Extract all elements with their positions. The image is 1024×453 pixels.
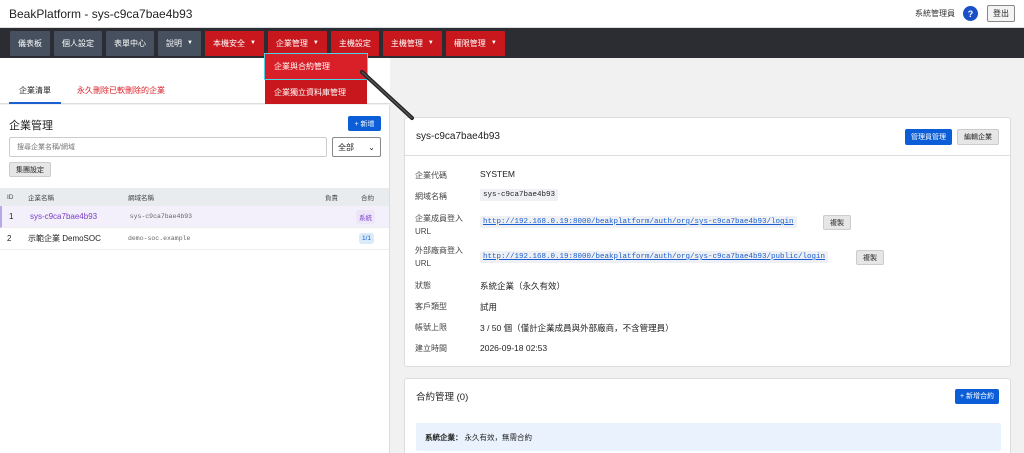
member-url-label: 企業成員登入 URL — [415, 214, 463, 236]
nav-permission-management[interactable]: 權限管理 ▼ — [445, 30, 505, 56]
nav-label: 權限管理 — [453, 38, 486, 48]
detail-title: sys-c9ca7bae4b93 — [416, 131, 500, 142]
quota-value: 3 / 50 個（僅計企業成員與外部廠商，不含管理員） — [480, 323, 674, 333]
quota-label: 帳號上限 — [415, 323, 447, 332]
menu-item-enterprise-database[interactable]: 企業獨立資料庫管理 — [265, 79, 367, 104]
nav-label: 儀表板 — [18, 38, 42, 48]
contract-badge: 1/1 — [358, 233, 374, 244]
group-settings-button[interactable]: 集團設定 — [9, 162, 51, 177]
enterprise-table: ID 企業名稱 網域名稱 負責 合約 1 sys-c9ca7bae4b93 sy… — [0, 188, 389, 250]
caret-down-icon: ▼ — [427, 40, 434, 46]
col-contract: 合約 — [361, 195, 374, 202]
logout-button[interactable]: 登出 — [987, 5, 1015, 22]
info-text: 永久有效，無需合約 — [464, 432, 533, 442]
nav-label: 說明 — [166, 38, 182, 48]
row-id: 1 — [9, 212, 14, 221]
type-label: 客戶類型 — [415, 302, 447, 311]
vendor-url-link[interactable]: http://192.168.0.19:8000/beakplatform/au… — [480, 251, 829, 263]
copy-member-url-button[interactable]: 複製 — [823, 215, 851, 230]
contract-info-alert: 系統企業： 永久有效，無需合約 — [416, 423, 1001, 451]
table-row[interactable]: 2 示範企業 DemoSOC demo-soc.example 1/1 — [0, 228, 389, 250]
nav-form-center[interactable]: 表單中心 — [106, 30, 154, 56]
nav-label: 本機安全 — [212, 38, 245, 48]
copy-vendor-url-button[interactable]: 複製 — [856, 250, 884, 265]
caret-down-icon: ▼ — [490, 40, 497, 46]
help-icon[interactable]: ? — [963, 6, 978, 21]
tab-permanent-delete[interactable]: 永久刪除已軟刪除的企業 — [77, 85, 165, 96]
caret-down-icon: ▼ — [249, 40, 256, 46]
domain-label: 網域名稱 — [415, 192, 447, 201]
nav-label: 主機設定 — [338, 38, 371, 48]
col-id: ID — [7, 193, 14, 201]
col-owner: 負責 — [325, 195, 338, 202]
nav-label: 個人設定 — [62, 38, 94, 48]
mouse-pointer-icon — [360, 70, 414, 120]
code-label: 企業代碼 — [415, 171, 447, 180]
search-input[interactable] — [9, 137, 327, 157]
row-id: 2 — [7, 234, 12, 243]
chevron-down-icon: ⌄ — [368, 142, 375, 152]
created-value: 2026-09-18 02:53 — [480, 343, 548, 353]
nav-host-management[interactable]: 主機管理 ▼ — [382, 30, 442, 56]
status-value: 系統企業（永久有效） — [480, 281, 566, 291]
type-value: 試用 — [480, 302, 498, 312]
main-nav: 儀表板 個人設定 表單中心 說明 ▼ 本機安全 ▼ 企業管理 ▼ 主機設定 主機管理 ▼… — [0, 28, 1024, 58]
info-bold: 系統企業： — [425, 432, 463, 442]
status-label: 狀態 — [415, 281, 431, 290]
menu-item-enterprise-contracts[interactable]: 企業與合約管理 — [264, 53, 368, 80]
filter-select[interactable]: 全部 ⌄ — [332, 137, 381, 157]
enterprise-detail-card: sys-c9ca7bae4b93 管理員管理 編輯企業 企業代碼 SYSTEM … — [404, 117, 1011, 367]
edit-enterprise-button[interactable]: 編輯企業 — [957, 128, 999, 145]
title-bar: BeakPlatform - sys-c9ca7bae4b93 系統管理員 ? … — [0, 0, 1024, 28]
row-name: 示範企業 DemoSOC — [28, 234, 101, 243]
panel-title: 企業管理 — [9, 120, 53, 132]
table-row[interactable]: 1 sys-c9ca7bae4b93 sys-c9ca7bae4b93 系統 — [0, 206, 389, 228]
nav-dashboard[interactable]: 儀表板 — [10, 30, 50, 56]
add-contract-button[interactable]: + 新增合約 — [954, 388, 999, 404]
code-value: SYSTEM — [480, 169, 515, 179]
nav-local-security[interactable]: 本機安全 ▼ — [204, 30, 264, 56]
contract-badge: 系統 — [356, 209, 375, 224]
row-domain: sys-c9ca7bae4b93 — [129, 213, 193, 220]
member-url-link[interactable]: http://192.168.0.19:8000/beakplatform/au… — [480, 216, 797, 228]
nav-enterprise-management[interactable]: 企業管理 ▼ — [267, 30, 327, 56]
admin-management-button[interactable]: 管理員管理 — [905, 128, 952, 145]
nav-personal-settings[interactable]: 個人設定 — [54, 30, 102, 56]
nav-host-settings[interactable]: 主機設定 — [330, 30, 379, 56]
tab-enterprise-list[interactable]: 企業清單 — [9, 85, 61, 104]
nav-label: 企業管理 — [275, 38, 308, 48]
detail-header: sys-c9ca7bae4b93 管理員管理 編輯企業 — [405, 118, 1010, 156]
col-name: 企業名稱 — [28, 195, 54, 202]
table-header: ID 企業名稱 網域名稱 負責 合約 — [0, 188, 389, 206]
contract-management-card: 合約管理 (0) + 新增合約 系統企業： 永久有效，無需合約 — [404, 378, 1011, 453]
created-label: 建立時間 — [415, 344, 447, 353]
enterprise-dropdown-menu: 企業與合約管理 企業獨立資料庫管理 — [264, 53, 368, 104]
row-contract: 1/1 — [338, 233, 388, 244]
contract-header: 合約管理 (0) + 新增合約 — [405, 379, 1010, 413]
enterprise-list-panel: 企業管理 + 新增 全部 ⌄ 集團設定 ID 企業名稱 網域名稱 負責 合約 1… — [0, 105, 390, 453]
nav-label: 主機管理 — [390, 38, 423, 48]
row-name: sys-c9ca7bae4b93 — [29, 212, 98, 221]
nav-label: 表單中心 — [114, 38, 146, 48]
caret-down-icon: ▼ — [312, 40, 319, 46]
filter-value: 全部 — [338, 142, 354, 152]
user-name: 系統管理員 — [915, 9, 955, 18]
row-contract: 系統 — [339, 209, 389, 224]
nav-help[interactable]: 說明 ▼ — [158, 30, 201, 56]
col-domain: 網域名稱 — [128, 195, 154, 202]
vendor-url-label: 外部廠商登入 URL — [415, 246, 463, 268]
app-title: BeakPlatform - sys-c9ca7bae4b93 — [9, 6, 193, 21]
row-domain: demo-soc.example — [128, 235, 191, 242]
contract-title: 合約管理 (0) — [416, 392, 469, 403]
domain-value: sys-c9ca7bae4b93 — [480, 189, 559, 201]
caret-down-icon: ▼ — [187, 40, 193, 46]
